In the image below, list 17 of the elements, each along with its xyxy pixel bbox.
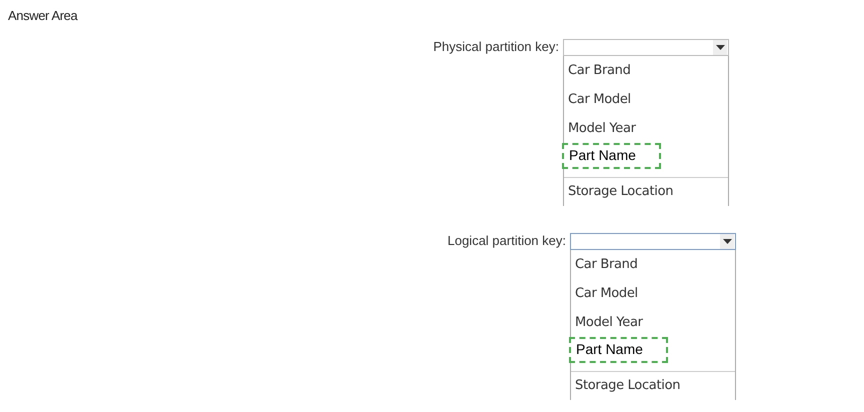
dropdown-option[interactable]: Car Brand (564, 56, 728, 85)
dropdown-option[interactable]: Storage Location (571, 371, 735, 400)
dropdown-option[interactable]: Storage Location (564, 177, 728, 206)
dropdown-option[interactable]: Model Year (571, 308, 735, 337)
dropdown-label: Physical partition key: (433, 39, 559, 56)
dropdown-select[interactable] (563, 39, 729, 56)
dropdown-option[interactable]: Car Brand (571, 250, 735, 279)
dropdown-option[interactable]: Part Name (569, 336, 668, 363)
caret-icon (720, 234, 734, 249)
dropdown-option[interactable]: Car Model (571, 278, 735, 308)
dropdown-option[interactable]: Model Year (564, 114, 728, 143)
dropdown-option[interactable]: Part Name (562, 142, 661, 169)
caret-icon (713, 40, 727, 55)
dropdown-select[interactable] (570, 233, 736, 250)
dropdown-option[interactable]: Car Model (564, 84, 728, 114)
dropdown-label: Logical partition key: (447, 233, 566, 250)
answer-area-title: Answer Area (8, 8, 78, 23)
